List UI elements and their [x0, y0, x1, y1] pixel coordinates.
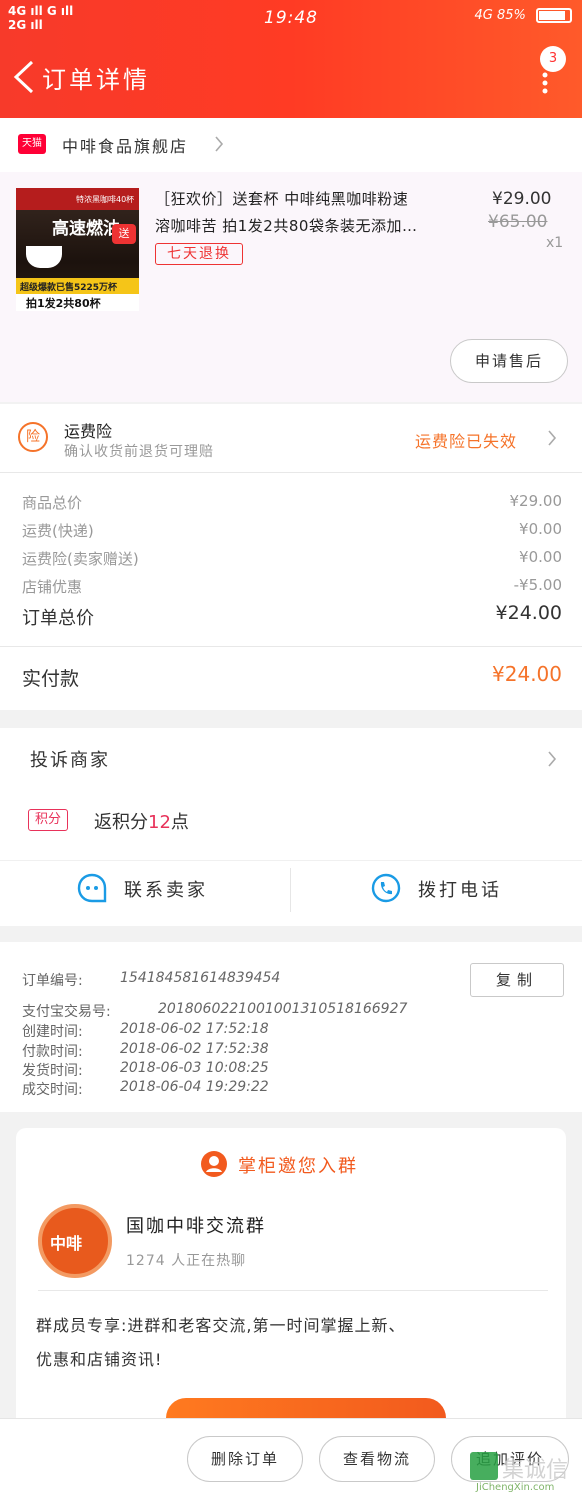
insurance-icon: 险 [18, 422, 48, 452]
watermark-text: 集诚信 [502, 1458, 569, 1483]
order-total-label: 订单总价 [22, 608, 94, 629]
fee-value-discount: -¥5.00 [513, 576, 562, 594]
paid-time-value: 2018-06-02 17:52:38 [120, 1041, 269, 1057]
page-title: 订单详情 [42, 66, 150, 94]
contact-seller-label: 联系卖家 [124, 880, 208, 901]
insurance-title: 运费险 [64, 422, 113, 441]
points-suffix: 点 [170, 812, 189, 833]
back-arrow-icon[interactable] [10, 60, 38, 94]
product-title-line1[interactable]: ［狂欢价］送套杯 中啡纯黑咖啡粉速 [155, 188, 408, 209]
battery-indicator: 4G 85% [474, 8, 572, 23]
points-value: 12 [148, 812, 171, 833]
product-image[interactable]: 特浓黑咖啡40杯 高速燃油 送 超级爆款已售5225万杯 拍1发2共80杯 [16, 188, 139, 311]
battery-text: 4G 85% [474, 8, 526, 23]
group-invite-icon [201, 1151, 227, 1177]
watermark-logo: 集诚信 JiChengXin.com [470, 1452, 576, 1494]
watermark-url: JiChengXin.com [476, 1482, 555, 1493]
alipay-number-value: 2018060221001001310518166927 [158, 1001, 408, 1017]
product-quantity: x1 [546, 235, 564, 251]
shipped-time-label: 发货时间: [22, 1063, 83, 1079]
alipay-number-label: 支付宝交易号: [22, 1004, 111, 1020]
after-sale-button[interactable]: 申请售后 [450, 339, 568, 383]
battery-icon [536, 8, 572, 23]
chevron-right-icon[interactable] [214, 135, 224, 153]
paid-label: 实付款 [22, 668, 80, 690]
group-name: 国咖中啡交流群 [126, 1216, 266, 1237]
fee-label-goods: 商品总价 [22, 494, 83, 512]
watermark-icon [470, 1452, 498, 1480]
image-main-text: 高速燃油 [52, 219, 120, 239]
tmall-badge: 天猫 [18, 134, 46, 154]
fee-label-discount: 店铺优惠 [22, 578, 83, 596]
group-logo: 中啡 [38, 1204, 112, 1278]
image-top-text: 特浓黑咖啡40杯 [76, 195, 135, 204]
chevron-right-icon[interactable] [547, 750, 557, 768]
order-total-value: ¥24.00 [495, 602, 562, 624]
phone-icon [371, 873, 401, 903]
fee-value-shipping: ¥0.00 [519, 520, 562, 538]
completed-time-value: 2018-06-04 19:29:22 [120, 1079, 269, 1095]
image-send-badge: 送 [112, 224, 136, 244]
return-policy-tag: 七天退换 [155, 243, 243, 265]
fee-label-insurance: 运费险(卖家赠送) [22, 550, 139, 568]
shipped-time-value: 2018-06-03 10:08:25 [120, 1060, 269, 1076]
header-bar: 4G ıll G ıll 2G ıll 19:48 4G 85% 订单详情 3 [0, 0, 582, 118]
points-prefix: 返积分 [94, 812, 148, 833]
image-sub-text: 超级爆款已售5225万杯 [20, 283, 118, 293]
coffee-cup-icon [26, 246, 62, 268]
complaint-label: 投诉商家 [30, 750, 110, 771]
image-bottom-text: 拍1发2共80杯 [26, 297, 101, 310]
divider [0, 472, 582, 473]
notification-badge[interactable]: 3 [540, 46, 566, 72]
copy-button[interactable]: 复制 [470, 963, 564, 997]
product-original-price: ¥65.00 [488, 212, 548, 232]
status-bar: 4G ıll G ıll 2G ıll 19:48 4G 85% [0, 0, 582, 38]
chat-icon [77, 873, 107, 903]
order-number-label: 订单编号: [22, 973, 83, 989]
created-time-label: 创建时间: [22, 1024, 83, 1040]
fee-value-goods: ¥29.00 [509, 492, 563, 510]
points-text: 返积分12点 [94, 808, 189, 834]
divider [0, 646, 582, 647]
group-benefit-line1: 群成员专享:进群和老客交流,第一时间掌握上新、 [36, 1316, 406, 1335]
group-benefit-line2: 优惠和店铺资讯! [36, 1350, 163, 1369]
view-logistics-button[interactable]: 查看物流 [319, 1436, 435, 1482]
fee-value-insurance: ¥0.00 [519, 548, 562, 566]
completed-time-label: 成交时间: [22, 1082, 83, 1098]
chevron-right-icon[interactable] [547, 429, 557, 447]
paid-value: ¥24.00 [492, 662, 562, 686]
points-tag: 积分 [28, 809, 68, 831]
group-invite-header: 掌柜邀您入群 [238, 1156, 358, 1177]
insurance-desc: 确认收货前退货可理赔 [64, 444, 214, 460]
fee-label-shipping: 运费(快递) [22, 522, 94, 540]
created-time-value: 2018-06-02 17:52:18 [120, 1021, 269, 1037]
insurance-status[interactable]: 运费险已失效 [415, 428, 517, 452]
product-title-line2[interactable]: 溶咖啡苦 拍1发2共80袋条装无添加… [155, 215, 417, 236]
divider [38, 1290, 548, 1291]
order-number-value: 154184581614839454 [120, 970, 281, 986]
store-name[interactable]: 中啡食品旗舰店 [62, 133, 188, 157]
call-phone-label: 拨打电话 [418, 880, 502, 901]
group-members: 1274 人正在热聊 [126, 1253, 247, 1269]
delete-order-button[interactable]: 删除订单 [187, 1436, 303, 1482]
more-icon[interactable] [541, 72, 549, 94]
group-logo-text: 中啡 [50, 1234, 83, 1253]
paid-time-label: 付款时间: [22, 1044, 83, 1060]
product-price: ¥29.00 [492, 189, 552, 209]
